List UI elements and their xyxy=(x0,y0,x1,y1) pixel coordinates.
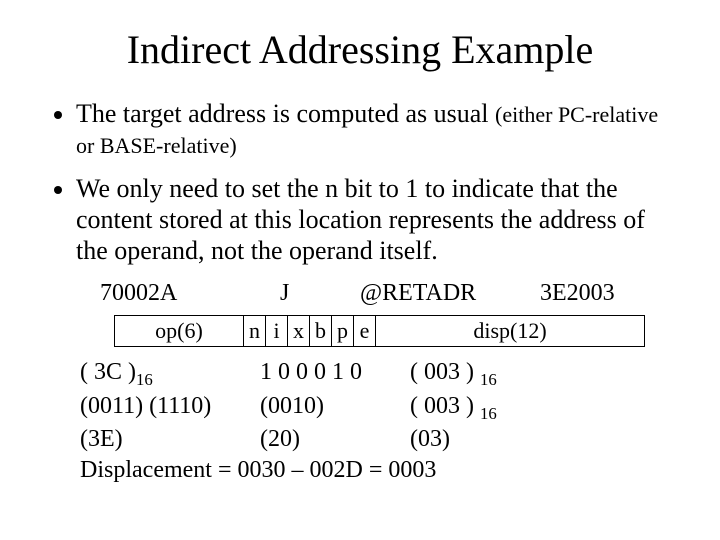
work-r2c1: (0011) (1110) xyxy=(80,391,260,424)
asm-mnemonic: J xyxy=(280,280,360,307)
work-r2c3: ( 003 ) 16 xyxy=(410,391,497,424)
work-r3c2: (20) xyxy=(260,424,410,455)
enc-disp: disp(12) xyxy=(376,316,645,347)
work-row-3: (3E) (20) (03) xyxy=(80,424,680,455)
enc-i: i xyxy=(266,316,288,347)
table-row: op(6) n i x b p e disp(12) xyxy=(115,316,645,347)
enc-b: b xyxy=(310,316,332,347)
asm-operand: @RETADR xyxy=(360,280,540,307)
asm-addr: 70002A xyxy=(100,280,280,307)
encoding-table: op(6) n i x b p e disp(12) xyxy=(114,315,645,347)
work-r1c1: ( 3C )16 xyxy=(80,357,260,390)
bullet-list: The target address is computed as usual … xyxy=(58,99,680,266)
work-row-2: (0011) (1110) (0010) ( 003 ) 16 xyxy=(80,391,680,424)
bullet-2: We only need to set the n bit to 1 to in… xyxy=(76,174,680,266)
enc-n: n xyxy=(244,316,266,347)
enc-e: e xyxy=(354,316,376,347)
slide-title: Indirect Addressing Example xyxy=(40,26,680,73)
work-r1c2: 1 0 0 0 1 0 xyxy=(260,357,410,390)
enc-op: op(6) xyxy=(115,316,244,347)
work-row-1: ( 3C )16 1 0 0 0 1 0 ( 003 ) 16 xyxy=(80,357,680,390)
displacement-line: Displacement = 0030 – 002D = 0003 xyxy=(80,455,680,486)
work-r2c2: (0010) xyxy=(260,391,410,424)
bullet-1: The target address is computed as usual … xyxy=(76,99,680,160)
work-r3c3: (03) xyxy=(410,424,450,455)
bullet-1-main: The target address is computed as usual xyxy=(76,99,495,128)
enc-p: p xyxy=(332,316,354,347)
asm-objcode: 3E2003 xyxy=(540,280,615,307)
assembly-line: 70002A J @RETADR 3E2003 op(6) n i x b p … xyxy=(100,280,680,347)
enc-x: x xyxy=(288,316,310,347)
worked-example: ( 3C )16 1 0 0 0 1 0 ( 003 ) 16 (0011) (… xyxy=(80,357,680,485)
work-r3c1: (3E) xyxy=(80,424,260,455)
work-r1c3: ( 003 ) 16 xyxy=(410,357,497,390)
slide: Indirect Addressing Example The target a… xyxy=(0,0,720,485)
